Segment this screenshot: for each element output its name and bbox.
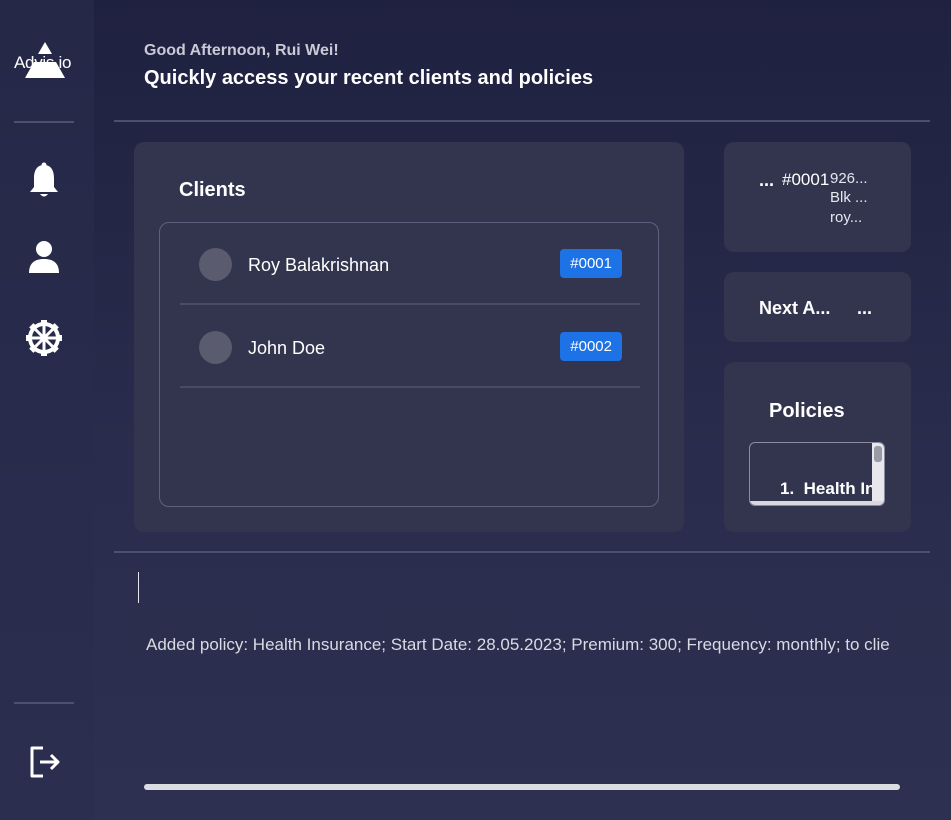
greeting-text: Good Afternoon, Rui Wei! [144,42,339,59]
policies-card: Policies 1. Health In [724,362,911,532]
command-input-cursor[interactable] [138,572,139,603]
bell-icon [30,162,58,197]
next-appointment-card[interactable]: Next A... ... [724,272,911,342]
avatar [199,331,232,364]
client-detail-id: #0001 [782,170,830,189]
logout-button[interactable] [27,742,63,782]
sidebar-item-profile[interactable] [26,238,62,278]
logout-icon [30,746,60,778]
sidebar-divider [14,121,74,123]
client-name: John Doe [248,338,326,358]
header-divider [114,120,930,122]
policy-number: 1. [780,479,795,498]
next-appointment-value: ... [857,298,873,318]
policy-list[interactable]: 1. Health In [749,442,885,506]
sidebar-item-notifications[interactable] [26,160,62,200]
client-name: Roy Balakrishnan [248,255,390,275]
row-divider [180,386,640,388]
sidebar-item-settings[interactable] [26,318,62,358]
client-detail-email: roy... [830,209,863,226]
next-appointment-label: Next A... [759,298,831,318]
row-divider [180,303,640,305]
result-scrollbar[interactable] [144,784,900,790]
content-divider [114,551,930,553]
client-list[interactable]: Roy Balakrishnan #0001 John Doe #0002 [159,222,659,507]
policy-name: Health In [803,479,876,498]
client-row[interactable]: Roy Balakrishnan #0001 [180,223,640,305]
result-display: Added policy: Health Insurance; Start Da… [140,630,900,660]
policy-item[interactable]: 1. Health In [780,479,875,499]
policies-title: Policies [769,400,845,422]
clients-title: Clients [179,179,246,201]
logo-text: Advis.io [14,53,72,72]
client-id-badge: #0001 [560,249,622,278]
client-row[interactable]: John Doe #0002 [180,306,640,388]
gear-icon [26,320,62,356]
sidebar-divider-bottom [14,702,74,704]
avatar [199,248,232,281]
client-name-truncated: ... [759,170,775,190]
app-logo[interactable]: Advis.io [12,40,78,84]
page-subtitle: Quickly access your recent clients and p… [144,67,594,89]
policy-list-scrollbar[interactable] [872,443,884,505]
client-detail-phone: 926... [830,170,868,187]
clients-card: Clients Roy Balakrishnan #0001 John Doe … [134,142,684,532]
sidebar: Advis.io [0,0,94,820]
client-detail-card[interactable]: ... #0001 926... Blk ... roy... [724,142,911,252]
user-icon [29,241,59,273]
scrollbar-thumb[interactable] [874,446,882,462]
policy-list-hscrollbar[interactable] [750,501,884,505]
client-id-badge: #0002 [560,332,622,361]
client-detail-address: Blk ... [830,189,868,206]
result-text: Added policy: Health Insurance; Start Da… [146,635,890,654]
